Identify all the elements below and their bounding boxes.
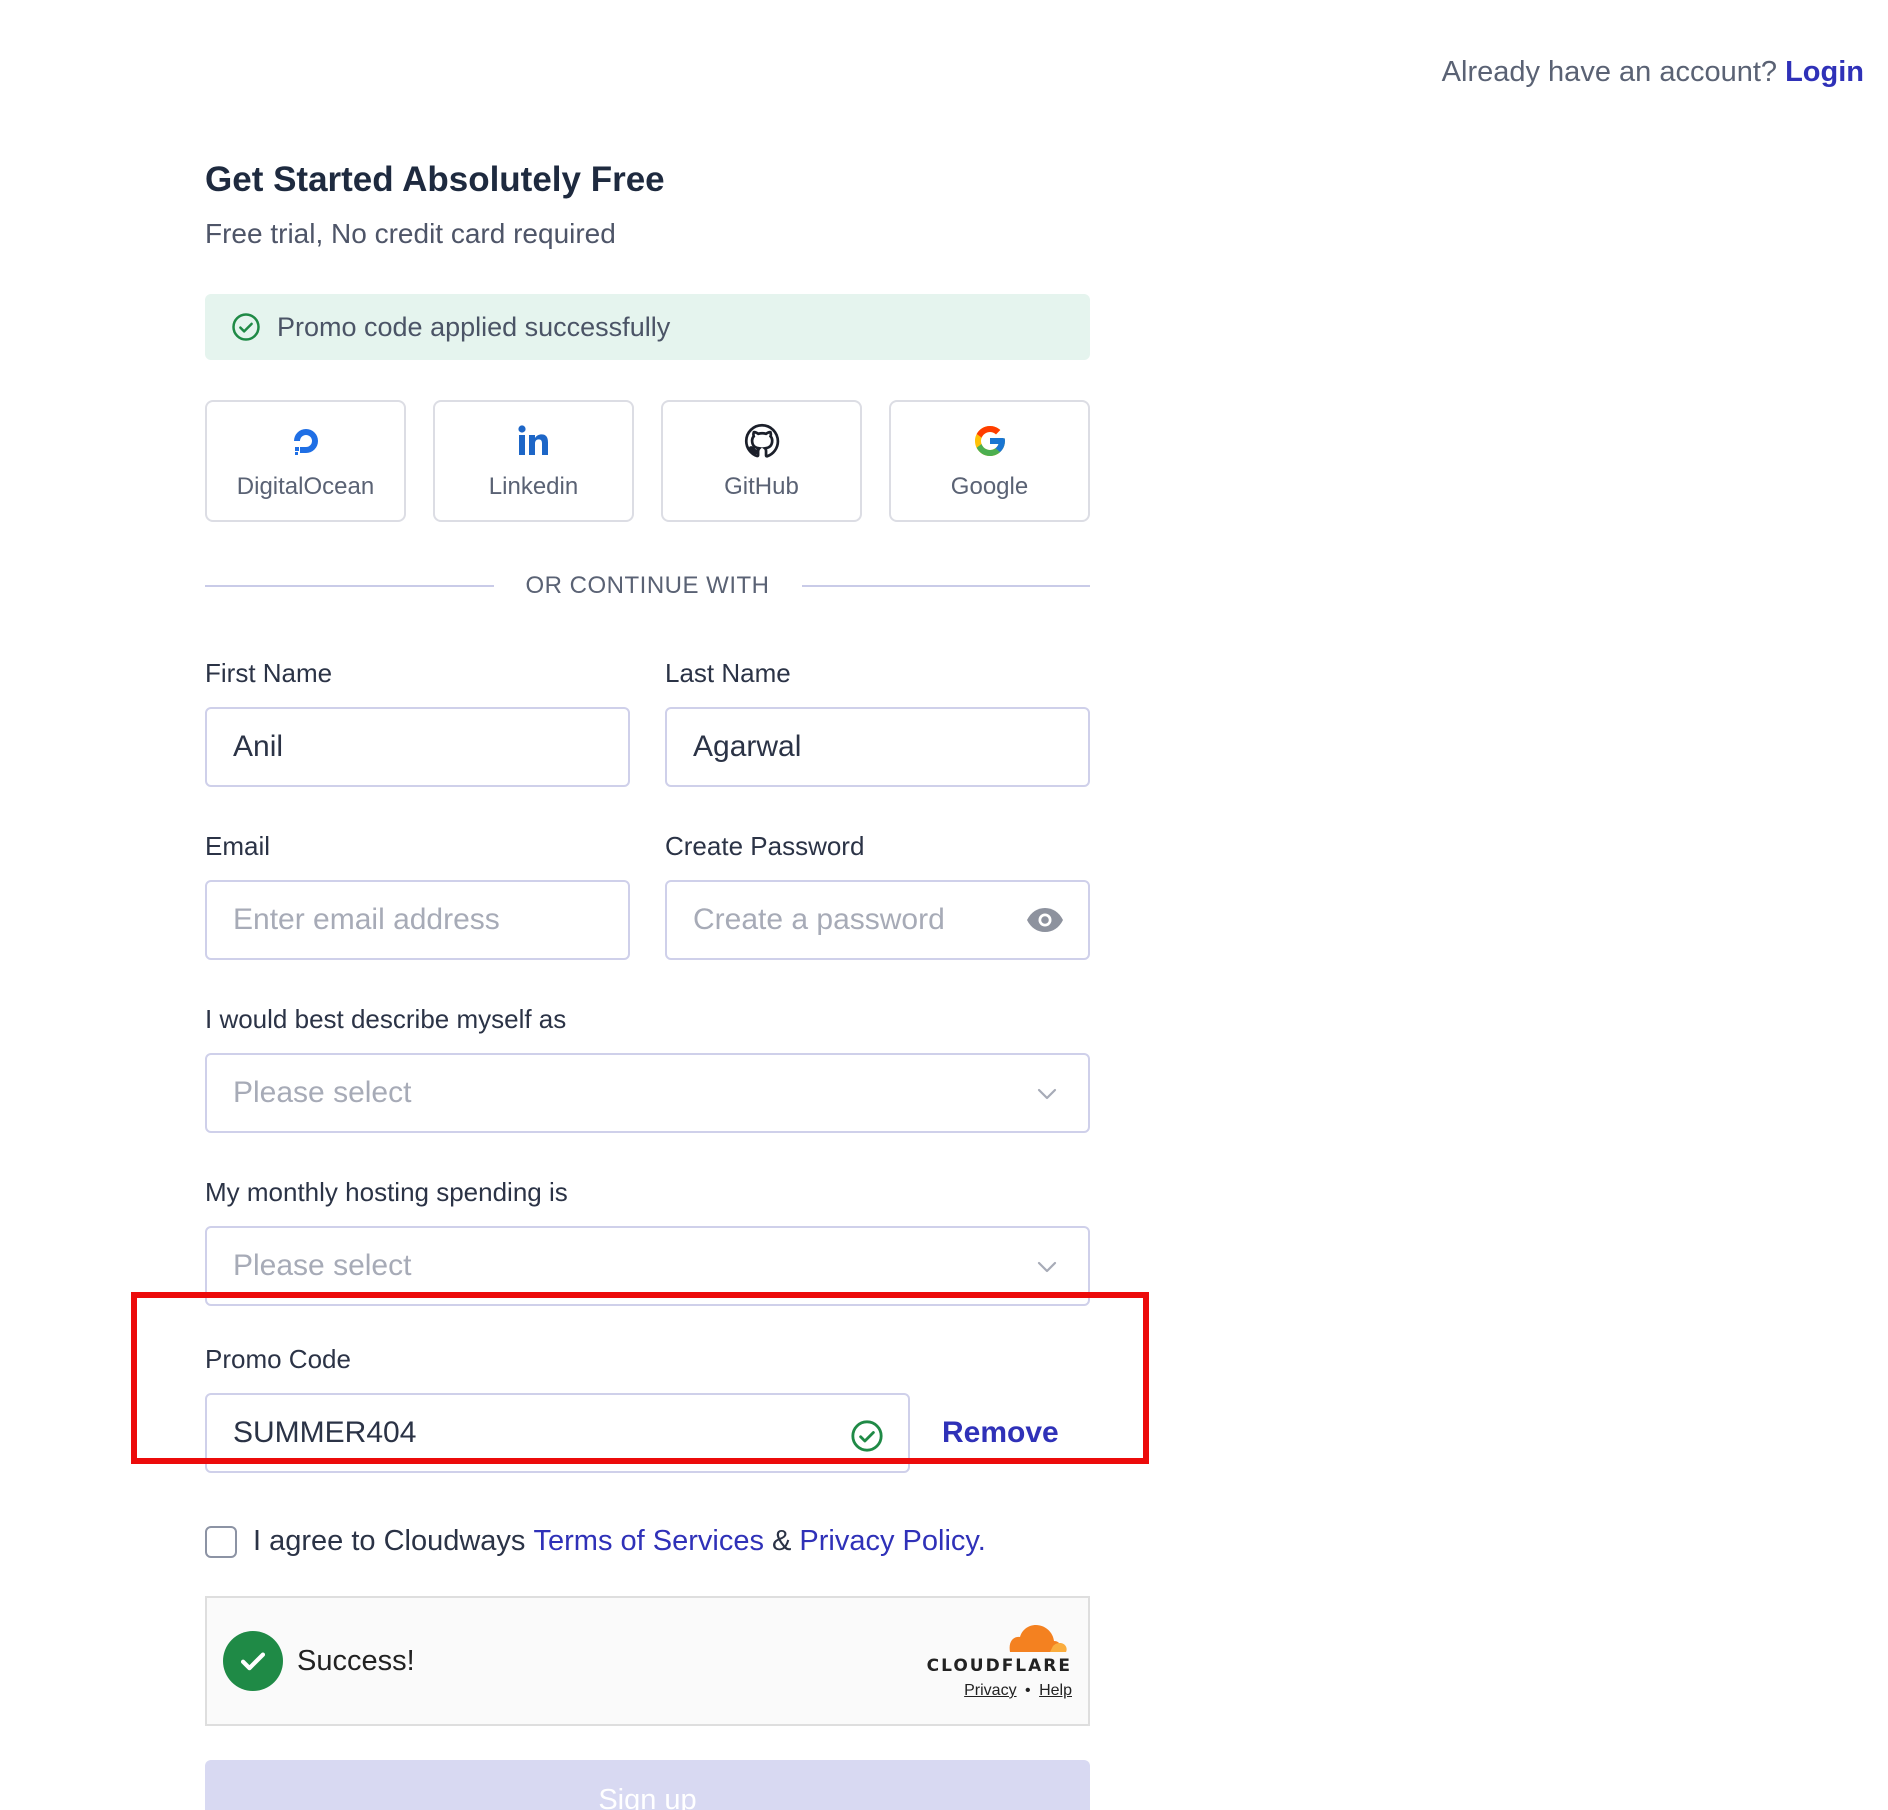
captcha-widget: Success! CLOUDFLARE Privacy • Help — [205, 1596, 1090, 1726]
digitalocean-label: DigitalOcean — [236, 473, 375, 500]
email-label: Email — [205, 831, 271, 861]
or-divider: OR CONTINUE WITH — [205, 572, 1091, 600]
password-input[interactable]: Create a password — [665, 880, 1090, 960]
first-name-field: First Name Anil — [205, 658, 630, 787]
last-name-field: Last Name Agarwal — [665, 658, 1090, 787]
password-label: Create Password — [665, 831, 865, 861]
spending-label: My monthly hosting spending is — [205, 1177, 568, 1207]
page-title: Get Started Absolutely Free — [205, 160, 665, 199]
captcha-status: Success! — [297, 1644, 415, 1677]
divider-text: OR CONTINUE WITH — [525, 572, 770, 599]
links-separator: • — [1025, 1682, 1031, 1699]
terms-checkbox[interactable] — [205, 1525, 237, 1558]
agree-amp: & — [772, 1525, 792, 1557]
agree-prefix: I agree to Cloudways — [253, 1525, 526, 1557]
promo-highlight-box — [131, 1292, 1149, 1464]
signup-form: Get Started Absolutely Free Free trial, … — [205, 160, 1091, 1810]
email-field: Email Enter email address — [205, 831, 630, 960]
describe-label: I would best describe myself as — [205, 1004, 567, 1034]
github-icon — [742, 421, 782, 461]
divider-line-right — [801, 585, 1091, 587]
describe-select[interactable]: Please select — [205, 1053, 1090, 1133]
login-prompt-text: Already have an account? — [1441, 56, 1778, 88]
success-check-icon — [223, 1631, 283, 1691]
password-placeholder: Create a password — [693, 903, 945, 936]
google-icon — [970, 421, 1010, 461]
linkedin-icon — [514, 421, 554, 461]
google-label: Google — [950, 473, 1029, 500]
spending-selected: Please select — [233, 1249, 412, 1282]
describe-field: I would best describe myself as Please s… — [205, 1004, 1090, 1133]
privacy-policy-link[interactable]: Privacy Policy. — [799, 1525, 985, 1558]
page-subtitle: Free trial, No credit card required — [205, 218, 616, 249]
cloudflare-wordmark: CLOUDFLARE — [926, 1656, 1072, 1676]
cloudflare-help-link[interactable]: Help — [1039, 1682, 1072, 1699]
github-label: GitHub — [724, 473, 799, 500]
terms-agreement: I agree to Cloudways Terms of Services &… — [205, 1525, 1090, 1558]
terms-link[interactable]: Terms of Services — [534, 1525, 764, 1558]
linkedin-button[interactable]: Linkedin — [433, 400, 634, 522]
chevron-down-icon — [1037, 1261, 1057, 1273]
password-field: Create Password Create a password — [665, 831, 1090, 960]
digitalocean-icon — [286, 421, 326, 461]
signup-button[interactable]: Sign up — [205, 1760, 1090, 1810]
digitalocean-button[interactable]: DigitalOcean — [205, 400, 406, 522]
chevron-down-icon — [1037, 1088, 1057, 1100]
spending-field: My monthly hosting spending is Please se… — [205, 1177, 1090, 1306]
social-login-buttons: DigitalOcean Linkedin GitHub Google — [205, 400, 1090, 522]
cloudflare-branding: CLOUDFLARE Privacy • Help — [927, 1620, 1072, 1700]
check-circle-icon — [232, 313, 260, 341]
google-button[interactable]: Google — [889, 400, 1090, 522]
email-input[interactable]: Enter email address — [205, 880, 630, 960]
describe-selected: Please select — [233, 1076, 412, 1109]
divider-line-left — [205, 585, 494, 587]
login-prompt: Already have an account? Login — [1442, 56, 1864, 89]
cloudflare-cloud-icon — [1009, 1625, 1067, 1652]
cloudflare-privacy-link[interactable]: Privacy — [964, 1682, 1016, 1699]
last-name-label: Last Name — [665, 658, 791, 688]
eye-icon[interactable] — [1026, 906, 1064, 934]
promo-banner-text: Promo code applied successfully — [277, 311, 671, 342]
first-name-label: First Name — [205, 658, 333, 688]
promo-success-banner: Promo code applied successfully — [205, 294, 1090, 360]
github-button[interactable]: GitHub — [661, 400, 862, 522]
last-name-input[interactable]: Agarwal — [665, 707, 1090, 787]
linkedin-label: Linkedin — [488, 473, 579, 500]
login-link[interactable]: Login — [1785, 56, 1864, 88]
first-name-input[interactable]: Anil — [205, 707, 630, 787]
